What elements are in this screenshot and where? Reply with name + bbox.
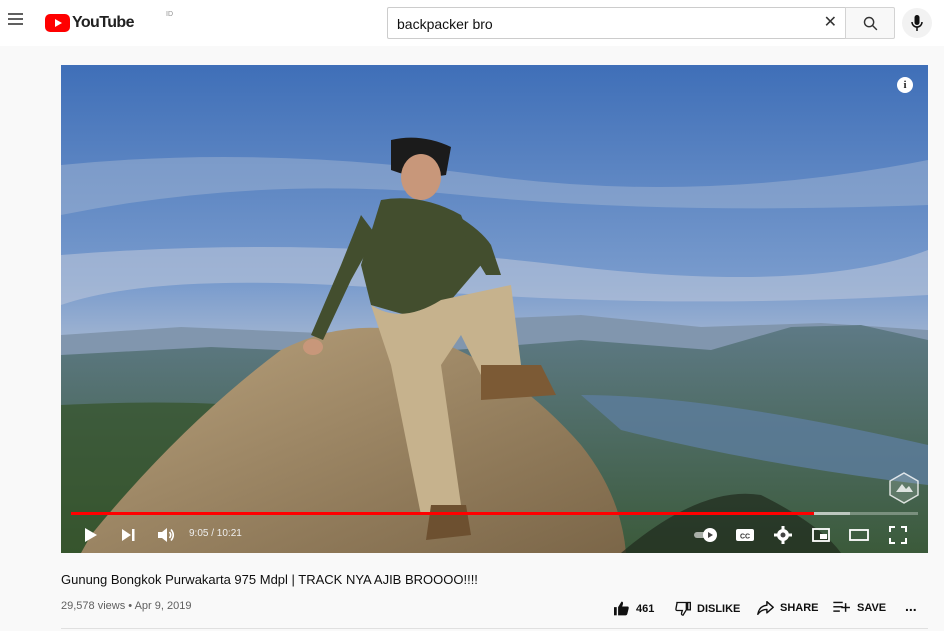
logo-country-code: ID bbox=[166, 11, 173, 18]
share-label: SHARE bbox=[780, 602, 819, 614]
like-count: 461 bbox=[636, 602, 655, 615]
settings-icon[interactable] bbox=[773, 525, 793, 545]
search-button[interactable] bbox=[845, 7, 895, 39]
autoplay-toggle-icon[interactable] bbox=[693, 525, 719, 545]
play-icon[interactable] bbox=[80, 525, 100, 545]
channel-watermark-icon[interactable] bbox=[889, 472, 919, 504]
info-icon[interactable]: i bbox=[897, 77, 913, 93]
progress-played bbox=[71, 512, 814, 515]
fullscreen-icon[interactable] bbox=[888, 525, 908, 545]
search-input[interactable]: backpacker bro bbox=[397, 16, 493, 32]
thumbs-up-icon bbox=[614, 601, 629, 616]
top-bar: YouTube ID backpacker bro ✕ bbox=[0, 0, 944, 46]
theater-icon[interactable] bbox=[849, 525, 869, 545]
dislike-button[interactable]: DISLIKE bbox=[675, 601, 740, 616]
search-box[interactable]: backpacker bro ✕ bbox=[387, 7, 845, 39]
dislike-label: DISLIKE bbox=[697, 602, 741, 615]
voice-search-button[interactable] bbox=[902, 8, 932, 38]
more-actions-button[interactable]: ... bbox=[905, 598, 917, 614]
search-icon bbox=[863, 16, 878, 31]
logo-text: YouTube bbox=[72, 14, 134, 31]
volume-icon[interactable] bbox=[156, 525, 176, 545]
more-icon: ... bbox=[905, 598, 917, 614]
video-title: Gunung Bongkok Purwakarta 975 Mdpl | TRA… bbox=[61, 572, 478, 587]
player-controls: 9:05 / 10:21 CC bbox=[61, 517, 928, 553]
miniplayer-icon[interactable] bbox=[811, 525, 831, 545]
share-icon bbox=[757, 601, 774, 615]
playlist-add-icon bbox=[833, 601, 850, 612]
time-display: 9:05 / 10:21 bbox=[189, 528, 242, 539]
video-frame bbox=[61, 65, 928, 553]
progress-bar[interactable] bbox=[71, 512, 918, 515]
video-meta: 29,578 views • Apr 9, 2019 bbox=[61, 600, 192, 612]
svg-text:CC: CC bbox=[740, 534, 750, 541]
save-button[interactable]: SAVE bbox=[833, 601, 886, 614]
divider bbox=[61, 628, 928, 629]
next-icon[interactable] bbox=[118, 525, 138, 545]
youtube-logo[interactable]: YouTube ID bbox=[45, 11, 173, 34]
close-icon[interactable]: ✕ bbox=[824, 13, 837, 33]
mic-icon bbox=[911, 15, 923, 31]
share-button[interactable]: SHARE bbox=[757, 601, 819, 615]
menu-icon[interactable] bbox=[8, 13, 26, 31]
thumbs-down-icon bbox=[675, 601, 691, 616]
save-label: SAVE bbox=[857, 601, 887, 614]
youtube-play-icon bbox=[45, 14, 70, 32]
video-player[interactable]: i 9:05 / 10:21 CC bbox=[61, 65, 928, 553]
like-button[interactable]: 461 bbox=[613, 601, 654, 616]
captions-icon[interactable]: CC bbox=[735, 525, 755, 545]
